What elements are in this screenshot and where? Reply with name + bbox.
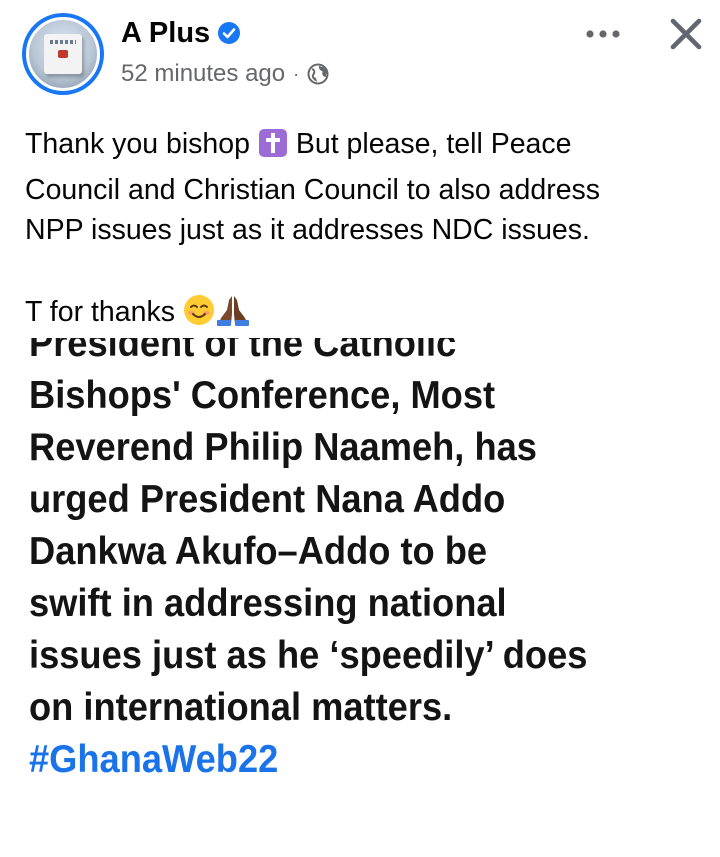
image-text-line: Dankwa Akufo–Addo to be [29, 530, 488, 573]
avatar-photo [26, 17, 100, 91]
caption-line-2: Council and Christian Council to also ad… [25, 173, 601, 206]
globe-icon[interactable] [307, 63, 329, 85]
image-text-line: issues just as he ‘speedily’ does [29, 634, 588, 677]
more-horizontal-icon [586, 30, 620, 38]
image-text-block: President of the Catholic Bishops' Confe… [29, 338, 661, 786]
close-icon [670, 18, 702, 50]
hashtag-link[interactable]: #GhanaWeb22 [29, 734, 661, 786]
caption-line-4: T for thanks [25, 292, 705, 338]
image-text-line: urged President Nana Addo [29, 478, 506, 521]
caption-line-1: Thank you bishop But please, tell Peace [25, 124, 705, 170]
post-header: A Plus 52 minutes ago · [0, 0, 720, 110]
post-image[interactable]: President of the Catholic Bishops' Confe… [0, 338, 720, 857]
image-text-line: Reverend Philip Naameh, has [29, 426, 537, 469]
caption-text: But please, tell Peace [295, 128, 572, 160]
latin-cross-emoji [258, 128, 288, 170]
post-meta: 52 minutes ago · [121, 60, 329, 88]
author-name[interactable]: A Plus [121, 15, 210, 51]
meta-separator: · [293, 63, 300, 84]
close-button[interactable] [664, 14, 708, 54]
smiling-face-emoji [183, 294, 215, 338]
verified-badge-icon [217, 21, 241, 45]
image-text-line: swift in addressing national [29, 582, 507, 625]
post-timestamp[interactable]: 52 minutes ago [121, 60, 285, 88]
caption-line-3: NPP issues just as it addresses NDC issu… [25, 214, 590, 246]
caption-text: T for thanks [25, 295, 175, 328]
image-text-line: President of the Catholic [29, 338, 457, 365]
author-avatar[interactable] [22, 13, 104, 95]
more-options-button[interactable] [583, 22, 623, 46]
post-caption: Thank you bishop But please, tell Peace … [25, 124, 705, 337]
caption-text: Thank you bishop [25, 128, 250, 160]
folded-hands-emoji [215, 294, 251, 338]
image-text-line: on international matters. [29, 686, 453, 729]
avatar-ballot-box [44, 34, 82, 74]
author-row: A Plus [121, 15, 241, 51]
image-text-line: Bishops' Conference, Most [29, 374, 496, 417]
